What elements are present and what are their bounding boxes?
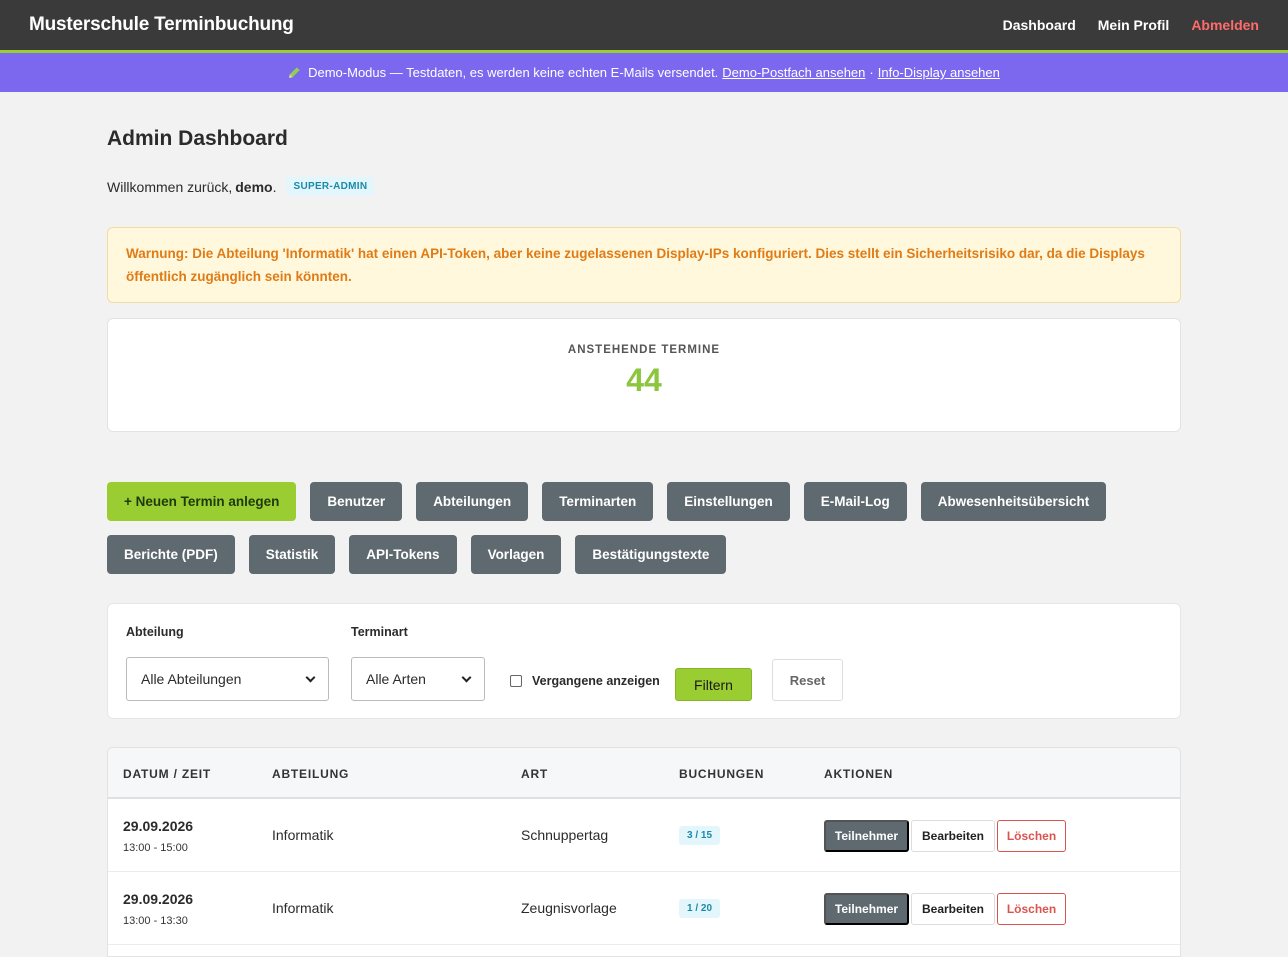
type-filter-label: Terminart: [351, 625, 408, 639]
type-select[interactable]: Alle Arten: [351, 657, 485, 701]
type-select-value: Alle Arten: [366, 671, 426, 687]
demo-mailbox-link[interactable]: Demo-Postfach ansehen: [722, 65, 865, 80]
templates-button[interactable]: Vorlagen: [470, 535, 562, 574]
department-select-value: Alle Abteilungen: [141, 671, 242, 687]
welcome-suffix: .: [272, 178, 277, 195]
main-nav: Dashboard Mein Profil Abmelden: [1003, 17, 1259, 33]
department-filter-label: Abteilung: [126, 625, 184, 639]
absence-overview-button[interactable]: Abwesenheitsübersicht: [920, 482, 1107, 521]
column-header-bookings: BUCHUNGEN: [679, 767, 765, 781]
show-past-checkbox[interactable]: [510, 675, 522, 687]
row-department: Informatik: [272, 827, 334, 843]
column-header-actions: AKTIONEN: [824, 767, 894, 781]
top-navbar: Musterschule Terminbuchung Dashboard Mei…: [0, 0, 1288, 53]
row-date: 29.09.2026: [123, 818, 194, 834]
confirmation-texts-button[interactable]: Bestätigungstexte: [575, 535, 727, 574]
appointments-table: DATUM / ZEIT ABTEILUNG ART BUCHUNGEN AKT…: [107, 747, 1181, 957]
security-warning-alert: Warnung: Die Abteilung 'Informatik' hat …: [107, 227, 1181, 303]
stat-value: 44: [626, 362, 662, 398]
demo-banner-separator: ·: [869, 65, 874, 80]
brand-title[interactable]: Musterschule Terminbuchung: [29, 14, 294, 36]
filter-button[interactable]: Filtern: [675, 668, 752, 701]
email-log-button[interactable]: E-Mail-Log: [803, 482, 907, 521]
info-display-link[interactable]: Info-Display ansehen: [878, 65, 1000, 80]
reset-button[interactable]: Reset: [772, 659, 843, 701]
column-header-type: ART: [521, 767, 549, 781]
row-bookings-badge: 3 / 15: [679, 826, 721, 845]
row-type: Zeugnisvorlage: [521, 900, 617, 916]
pencil-icon: [286, 64, 303, 81]
edit-button[interactable]: Bearbeiten: [911, 893, 995, 925]
stat-label: ANSTEHENDE TERMINE: [567, 344, 721, 356]
row-time: 13:00 - 15:00: [123, 842, 188, 854]
row-department: Informatik: [272, 900, 334, 916]
appointment-types-button[interactable]: Terminarten: [542, 482, 654, 521]
show-past-label: Vergangene anzeigen: [532, 674, 660, 688]
row-date: 29.09.2026: [123, 891, 194, 907]
column-header-date: DATUM / ZEIT: [123, 767, 212, 781]
table-row: 29.09.2026 13:00 - 15:00 Informatik Schn…: [108, 799, 1180, 872]
department-select[interactable]: Alle Abteilungen: [126, 657, 329, 701]
role-badge: SUPER-ADMIN: [286, 177, 375, 196]
new-appointment-button[interactable]: + Neuen Termin anlegen: [107, 482, 297, 521]
statistics-button[interactable]: Statistik: [248, 535, 336, 574]
column-header-department: ABTEILUNG: [272, 767, 350, 781]
nav-logout-link[interactable]: Abmelden: [1191, 17, 1259, 33]
participants-button[interactable]: Teilnehmer: [824, 820, 909, 852]
admin-actions-toolbar: + Neuen Termin anlegen Benutzer Abteilun…: [107, 482, 1181, 574]
edit-button[interactable]: Bearbeiten: [911, 820, 995, 852]
welcome-prefix: Willkommen zurück,: [107, 178, 233, 195]
chevron-down-icon: [305, 672, 316, 682]
nav-profile-link[interactable]: Mein Profil: [1098, 17, 1170, 33]
delete-button[interactable]: Löschen: [997, 893, 1066, 925]
demo-banner-text: Demo-Modus — Testdaten, es werden keine …: [308, 65, 719, 80]
chevron-down-icon: [461, 672, 472, 682]
nav-dashboard-link[interactable]: Dashboard: [1003, 17, 1076, 33]
welcome-message: Willkommen zurück, demo. SUPER-ADMIN: [107, 177, 375, 196]
participants-button[interactable]: Teilnehmer: [824, 893, 909, 925]
page-title: Admin Dashboard: [107, 127, 288, 150]
demo-mode-banner: Demo-Modus — Testdaten, es werden keine …: [0, 53, 1288, 92]
show-past-toggle[interactable]: Vergangene anzeigen: [510, 674, 660, 688]
filter-panel: Abteilung Alle Abteilungen Terminart All…: [107, 603, 1181, 719]
settings-button[interactable]: Einstellungen: [667, 482, 790, 521]
upcoming-appointments-card: ANSTEHENDE TERMINE 44: [107, 318, 1181, 432]
welcome-username: demo: [235, 178, 273, 195]
row-bookings-badge: 1 / 20: [679, 899, 721, 918]
api-tokens-button[interactable]: API-Tokens: [349, 535, 457, 574]
row-type: Schnuppertag: [521, 827, 609, 843]
table-row: 29.09.2026 13:00 - 13:30 Informatik Zeug…: [108, 872, 1180, 945]
reports-pdf-button[interactable]: Berichte (PDF): [107, 535, 235, 574]
table-header: DATUM / ZEIT ABTEILUNG ART BUCHUNGEN AKT…: [108, 748, 1180, 799]
users-button[interactable]: Benutzer: [310, 482, 403, 521]
row-time: 13:00 - 13:30: [123, 915, 188, 927]
delete-button[interactable]: Löschen: [997, 820, 1066, 852]
departments-button[interactable]: Abteilungen: [416, 482, 529, 521]
